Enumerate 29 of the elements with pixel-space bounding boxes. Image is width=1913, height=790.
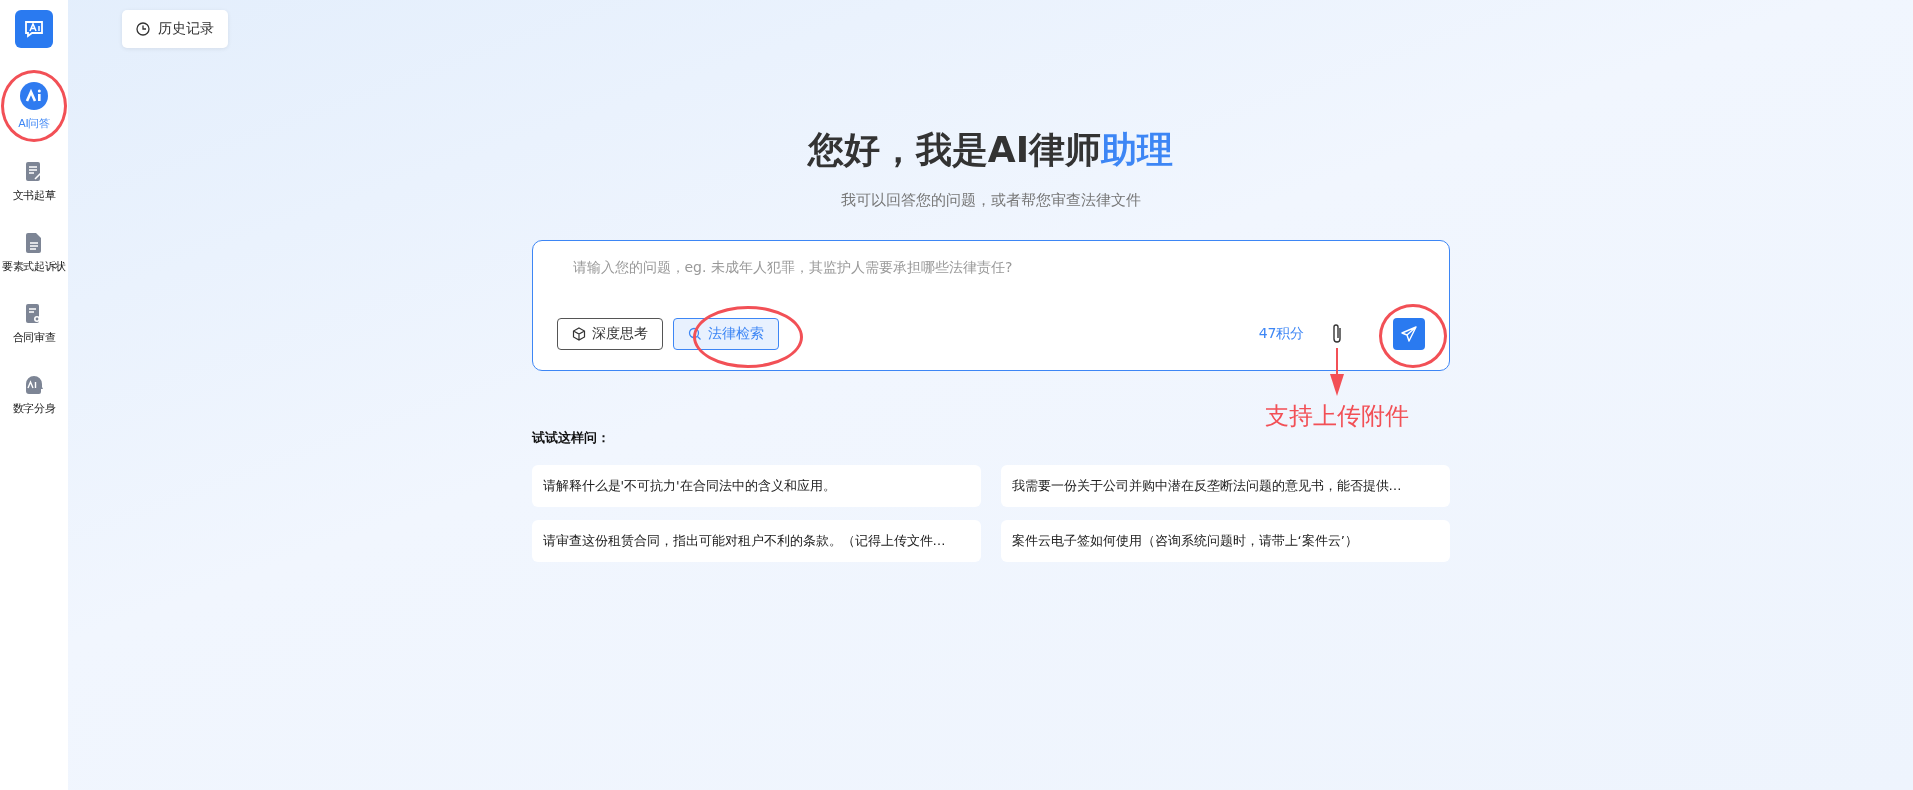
paper-plane-icon [1400, 326, 1417, 342]
callout-arrow [1328, 348, 1345, 396]
credits-count: 47积分 [1258, 325, 1305, 343]
sidebar-item[interactable]: 文书起草 [1, 162, 67, 203]
callout-text: 支持上传附件 [1264, 401, 1409, 432]
sidebar-item[interactable]: 要素式起诉状 [1, 233, 67, 274]
suggestion-card[interactable]: 请审查这份租赁合同，指出可能对租户不利的条款。（记得上传文件… [531, 520, 981, 562]
history-button[interactable]: 历史记录 [122, 10, 228, 48]
suggestion-card[interactable]: 请解释什么是'不可抗力'在合同法中的含义和应用。 [531, 465, 981, 507]
sidebar-item[interactable]: 合同审查 [1, 304, 67, 345]
search-icon [687, 327, 702, 341]
clock-icon [136, 22, 150, 36]
question-input-field[interactable]: 请输入您的问题，eg. 未成年人犯罪，其监护人需要承担哪些法律责任? [556, 259, 1425, 275]
document-gear-icon [26, 304, 42, 324]
document-pen-icon [26, 162, 42, 182]
send-button[interactable] [1392, 318, 1425, 350]
page-title: 您好，我是AI律师助理 [807, 128, 1174, 172]
suggestions-heading: 试试这样问： [531, 429, 610, 447]
app-logo-icon[interactable] [15, 10, 53, 48]
document-icon [26, 233, 42, 253]
ai-head-icon [24, 375, 44, 395]
cube-icon [571, 327, 586, 341]
sidebar-item[interactable]: 数字分身 [1, 375, 67, 416]
mode-toggle-button[interactable]: 深度思考 [556, 318, 663, 350]
suggestion-card[interactable]: 案件云电子签如何使用（咨询系统问题时，请带上‘案件云’） [1000, 520, 1450, 562]
suggestion-card[interactable]: 我需要一份关于公司并购中潜在反垄断法问题的意见书，能否提供… [1000, 465, 1450, 507]
page-subtitle: 我可以回答您的问题，或者帮您审查法律文件 [840, 191, 1141, 210]
sidebar-item[interactable]: AI问答 [18, 81, 50, 131]
ai-badge-icon [20, 81, 48, 110]
